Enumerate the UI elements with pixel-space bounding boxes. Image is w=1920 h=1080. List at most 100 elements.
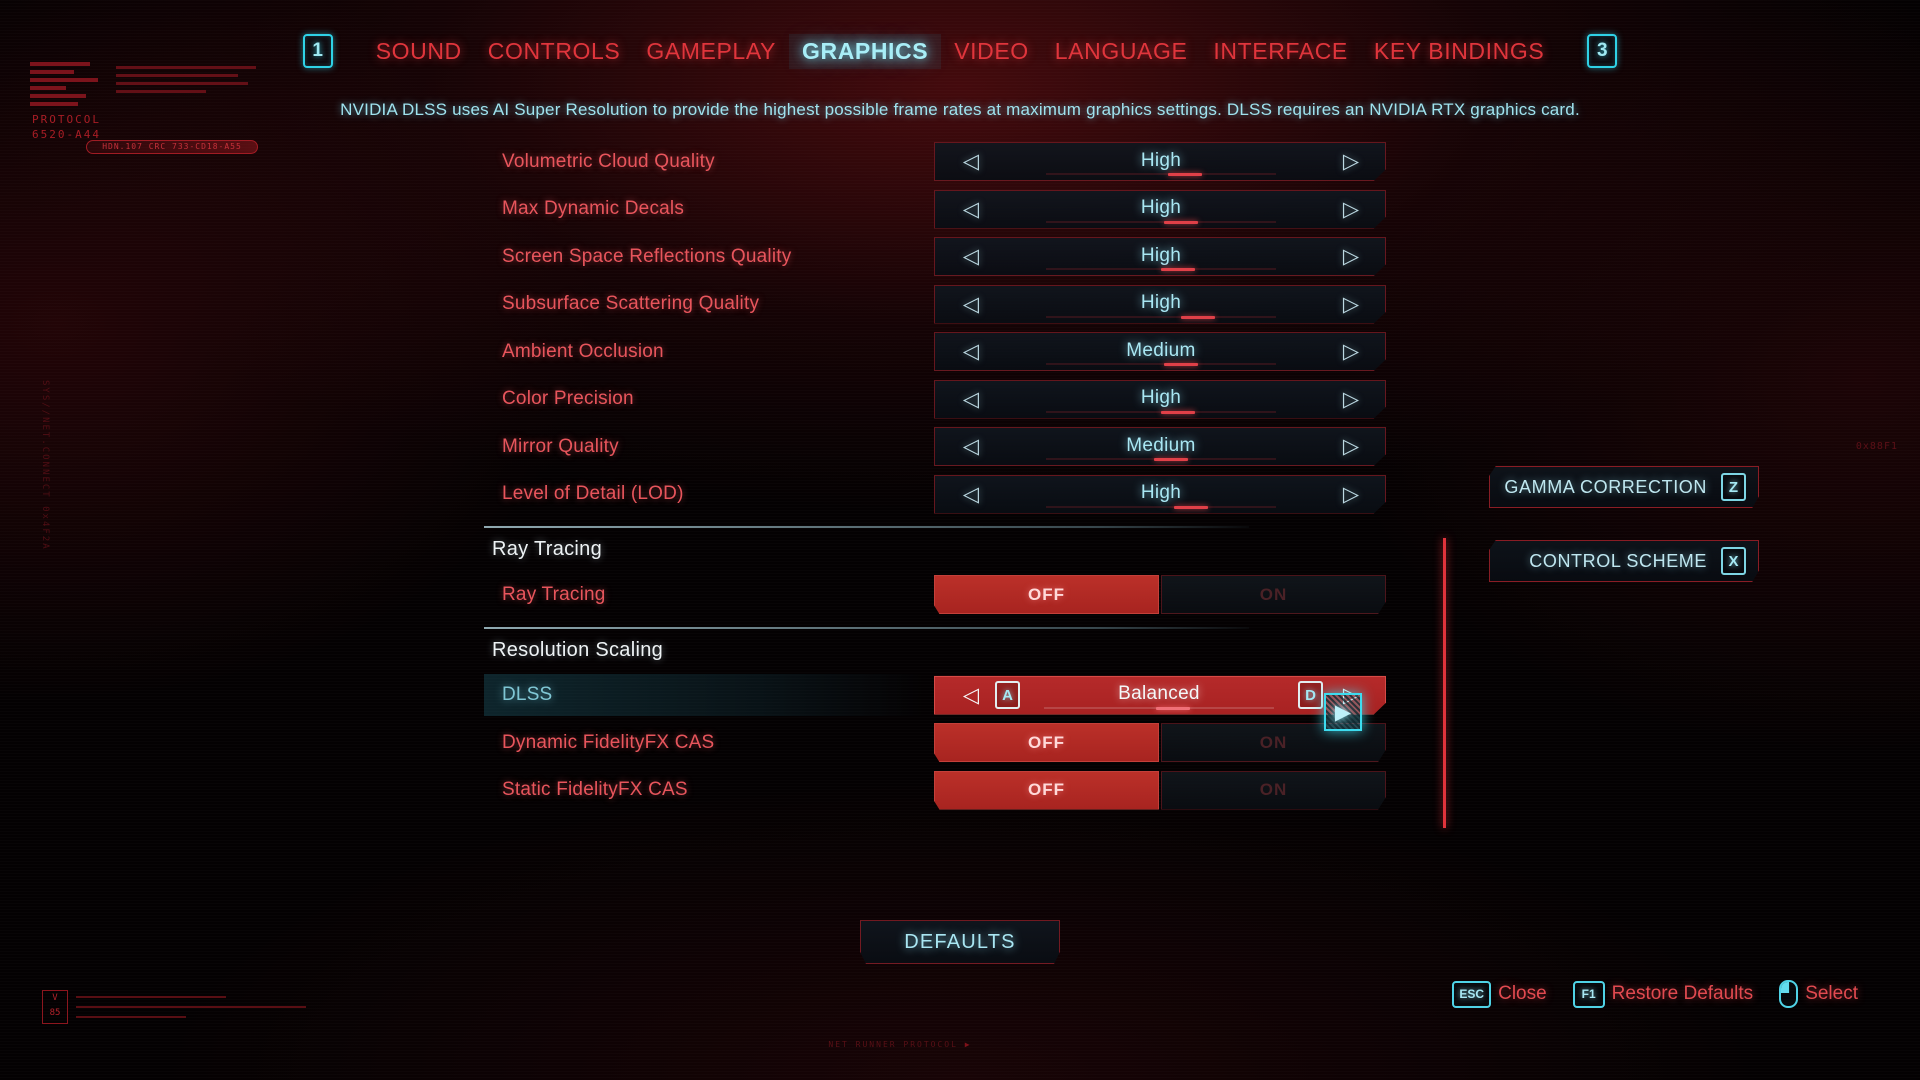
page-next-key[interactable]: 3 [1587,34,1618,68]
keyhint-x[interactable]: X [1721,547,1746,575]
setting-row-screen-space-reflections-quality[interactable]: Screen Space Reflections Quality ◁ High … [484,233,1414,281]
f1-key-icon: F1 [1572,980,1605,1008]
tab-interface[interactable]: INTERFACE [1200,34,1360,69]
setting-selector[interactable]: ◁ High ▷ [934,379,1386,419]
tab-key-bindings[interactable]: KEY BINDINGS [1361,34,1557,69]
selector-value-area: High [993,381,1329,418]
arrow-left-icon[interactable]: ◁ [949,683,993,708]
setting-selector[interactable]: ◁ Medium ▷ [934,332,1386,371]
tab-language[interactable]: LANGUAGE [1042,34,1201,69]
keyhint-z[interactable]: Z [1721,473,1746,501]
setting-selector[interactable]: ◁ High ▷ [934,474,1386,514]
selector-value: High [1140,387,1182,408]
setting-selector[interactable]: ◁ Medium ▷ [934,427,1386,466]
page-prev-key[interactable]: 1 [302,34,333,68]
setting-toggle[interactable]: OFF ON [934,723,1386,762]
setting-selector-dlss[interactable]: ◁ A Balanced D ▷ [934,675,1386,715]
arrow-right-icon[interactable]: ▷ [1329,434,1373,459]
arrow-left-icon[interactable]: ◁ [949,244,993,269]
arrow-left-icon[interactable]: ◁ [949,197,993,222]
toggle-on-option[interactable]: ON [1161,770,1386,810]
setting-row-subsurface-scattering-quality[interactable]: Subsurface Scattering Quality ◁ High ▷ [484,281,1414,329]
section-ray-tracing: Ray Tracing Ray Tracing OFF ON [484,526,1414,619]
selector-tick [1161,268,1195,271]
setting-label: Volumetric Cloud Quality [502,150,715,172]
setting-selector[interactable]: ◁ High ▷ [934,237,1386,276]
arrow-right-icon[interactable]: ▷ [1329,292,1373,317]
selector-value-area: High [993,286,1329,323]
setting-toggle[interactable]: OFF ON [934,575,1386,614]
arrow-right-icon[interactable]: ▷ [1329,387,1373,412]
toggle-off-option[interactable]: OFF [934,770,1159,810]
setting-label: Screen Space Reflections Quality [502,245,792,267]
hint-restore-defaults[interactable]: F1 Restore Defaults [1572,980,1753,1008]
settings-list: Volumetric Cloud Quality ◁ High ▷ Max Dy… [484,138,1414,814]
arrow-left-icon[interactable]: ◁ [949,434,993,459]
selector-value: Medium [1126,339,1196,361]
side-button-label: GAMMA CORRECTION [1504,476,1707,497]
decoration-version-line2: 85 [49,1008,61,1018]
setting-row-static-fidelityfx-cas[interactable]: Static FidelityFX CAS OFF ON [484,767,1414,815]
tab-video[interactable]: VIDEO [941,34,1042,69]
selector-track [1046,220,1276,223]
defaults-button[interactable]: DEFAULTS [860,920,1060,964]
decoration-pill-text: HDN.107 CRC 733-CD18-A55 [102,142,242,151]
arrow-left-icon[interactable]: ◁ [949,339,993,364]
tab-controls[interactable]: CONTROLS [475,34,634,69]
selector-tick [1164,363,1199,366]
arrow-right-icon[interactable]: ▷ [1329,482,1373,507]
setting-row-volumetric-cloud-quality[interactable]: Volumetric Cloud Quality ◁ High ▷ [484,138,1414,186]
cursor-arrow-icon: ▶ [1334,700,1352,724]
setting-row-dynamic-fidelityfx-cas[interactable]: Dynamic FidelityFX CAS OFF ON [484,719,1414,767]
setting-row-mirror-quality[interactable]: Mirror Quality ◁ Medium ▷ [484,423,1414,471]
section-title-ray-tracing: Ray Tracing [492,538,603,560]
selector-track [1046,505,1276,508]
hint-select[interactable]: Select [1779,980,1858,1008]
tab-sound[interactable]: SOUND [363,34,475,69]
setting-selector[interactable]: ◁ High ▷ [934,142,1386,181]
setting-row-ray-tracing[interactable]: Ray Tracing OFF ON [484,571,1414,619]
setting-selector[interactable]: ◁ High ▷ [934,284,1386,324]
arrow-right-icon[interactable]: ▷ [1329,244,1373,269]
selector-tick [1161,410,1195,414]
arrow-right-icon[interactable]: ▷ [1329,197,1373,222]
setting-label: Ray Tracing [502,583,606,605]
tab-gameplay[interactable]: GAMEPLAY [633,34,789,69]
selector-value-area: Balanced [1020,677,1298,714]
decoration-version-box: V 85 [42,990,68,1024]
setting-row-level-of-detail[interactable]: Level of Detail (LOD) ◁ High ▷ [484,471,1414,519]
hint-close[interactable]: ESC Close [1452,980,1547,1008]
side-button-label: CONTROL SCHEME [1529,550,1707,571]
setting-toggle[interactable]: OFF ON [934,770,1386,810]
arrow-left-icon[interactable]: ◁ [949,292,993,317]
setting-row-dlss[interactable]: DLSS ◁ A Balanced D ▷ [484,672,1414,720]
setting-label: Level of Detail (LOD) [502,483,684,505]
toggle-off-option[interactable]: OFF [934,575,1159,614]
arrow-right-icon[interactable]: ▷ [1329,149,1373,174]
gamma-correction-button[interactable]: GAMMA CORRECTION Z [1489,466,1759,508]
setting-row-max-dynamic-decals[interactable]: Max Dynamic Decals ◁ High ▷ [484,186,1414,234]
toggle-on-option[interactable]: ON [1161,575,1386,614]
arrow-left-icon[interactable]: ◁ [949,387,993,412]
arrow-left-icon[interactable]: ◁ [949,149,993,174]
selector-value: High [1140,292,1182,313]
setting-label: Max Dynamic Decals [502,198,685,220]
selector-tick [1174,505,1209,509]
setting-row-color-precision[interactable]: Color Precision ◁ High ▷ [484,376,1414,424]
arrow-right-icon[interactable]: ▷ [1329,339,1373,364]
selector-value: Medium [1126,434,1196,456]
keyhint-d[interactable]: D [1298,681,1323,709]
arrow-left-icon[interactable]: ◁ [949,482,993,507]
keyhint-a[interactable]: A [995,681,1020,709]
hint-label: Close [1498,983,1547,1004]
tab-graphics[interactable]: GRAPHICS [789,33,942,69]
setting-label: Color Precision [502,388,634,410]
toggle-off-option[interactable]: OFF [934,723,1159,762]
selector-tick [1154,458,1189,461]
control-scheme-button[interactable]: CONTROL SCHEME X [1489,540,1759,582]
section-divider [484,626,1249,629]
setting-selector[interactable]: ◁ High ▷ [934,189,1386,229]
setting-row-ambient-occlusion[interactable]: Ambient Occlusion ◁ Medium ▷ [484,328,1414,376]
selector-value: High [1140,244,1182,266]
settings-scrollbar[interactable] [1443,538,1446,828]
